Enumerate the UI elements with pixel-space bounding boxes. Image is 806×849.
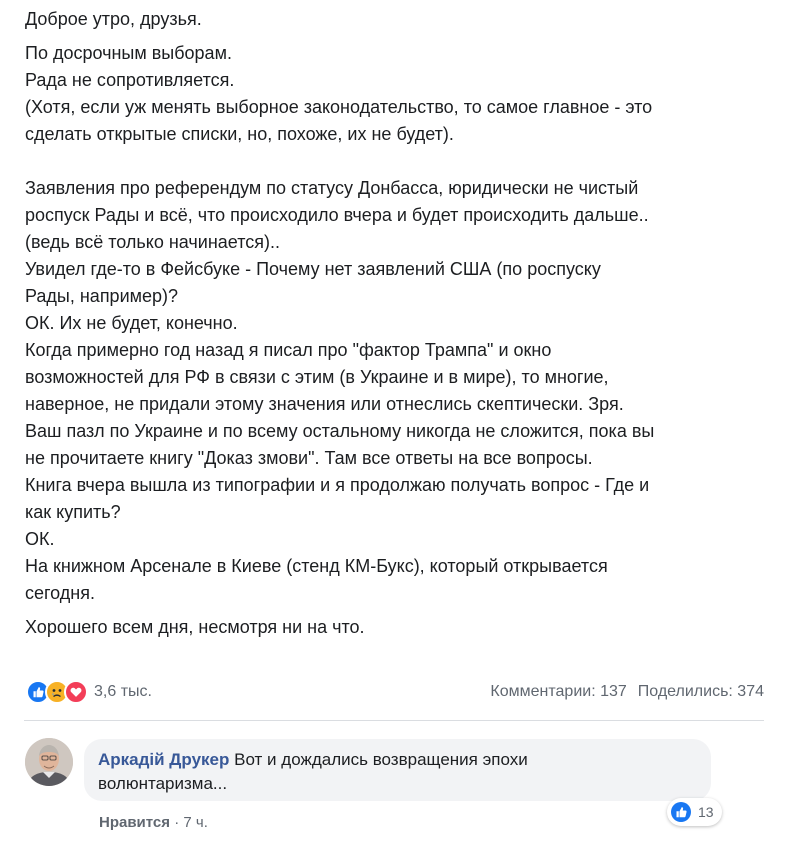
post-line: Рада не сопротивляется. [25, 70, 235, 90]
comment-author-link[interactable]: Аркадій Друкер [98, 750, 229, 769]
post-greeting: Доброе утро, друзья. [25, 6, 785, 33]
comment-text: волюнтаризма... [98, 774, 228, 793]
post-line: Когда примерно год назад я писал про "фа… [25, 340, 552, 360]
reactions-summary[interactable]: 3,6 тыс. [26, 680, 152, 704]
post-line: ОК. Их не будет, конечно. [25, 313, 238, 333]
reactions-count[interactable]: 3,6 тыс. [94, 683, 152, 701]
comment-reactions-badge[interactable]: 13 [667, 798, 722, 826]
post-line: Хорошего всем дня, несмотря ни на что. [25, 617, 365, 637]
post-paragraph-elections: По досрочным выборам. Рада не сопротивля… [25, 40, 785, 148]
post-line: (ведь всё только начинается).. [25, 232, 280, 252]
comment-timestamp[interactable]: 7 ч. [183, 814, 208, 831]
comment-likes-count: 13 [698, 804, 714, 820]
post-stats-bar: 3,6 тыс. Комментарии: 137 Поделились: 37… [26, 678, 764, 706]
shares-count-link[interactable]: Поделились: 374 [638, 683, 764, 701]
comments-count-link[interactable]: Комментарии: 137 [490, 683, 626, 701]
post-line: сегодня. [25, 583, 95, 603]
post-line: роспуск Рады и всё, что происходило вчер… [25, 205, 649, 225]
post-line: Ваш пазл по Украине и по всему остальном… [25, 421, 655, 441]
separator-dot: · [174, 814, 180, 831]
avatar[interactable] [25, 738, 73, 786]
post-line: как купить? [25, 502, 121, 522]
post-line: По досрочным выборам. [25, 43, 232, 63]
love-icon [64, 680, 88, 704]
post-line: не прочитаете книгу "Доказ змови". Там в… [25, 448, 593, 468]
comment-bubble: Аркадій Друкер Вот и дождались возвращен… [84, 739, 711, 801]
post-line: Рады, например)? [25, 286, 179, 306]
divider [24, 720, 764, 721]
comment-like-button[interactable]: Нравится [99, 814, 170, 831]
post-line: наверное, не придали этому значения или … [25, 394, 624, 414]
post-closing: Хорошего всем дня, несмотря ни на что. [25, 614, 785, 641]
post-line: возможностей для РФ в связи с этим (в Ук… [25, 367, 609, 387]
post-line: Доброе утро, друзья. [25, 9, 202, 29]
post-line: (Хотя, если уж менять выборное законодат… [25, 97, 653, 117]
avatar-photo [25, 738, 73, 786]
post-line: Увидел где-то в Фейсбуке - Почему нет за… [25, 259, 601, 279]
like-icon [671, 802, 691, 822]
post-counters: Комментарии: 137 Поделились: 374 [490, 683, 764, 701]
post-line: На книжном Арсенале в Киеве (стенд КМ-Бу… [25, 556, 608, 576]
post-body: Доброе утро, друзья. По досрочным выбора… [25, 6, 785, 641]
post-line: Заявления про референдум по статусу Донб… [25, 178, 639, 198]
post-line: сделать открытые списки, но, похоже, их … [25, 124, 454, 144]
comment-actions: Нравится · 7 ч. [99, 814, 208, 831]
post-paragraph-statements: Заявления про референдум по статусу Донб… [25, 175, 785, 607]
comment-text: Вот и дождались возвращения эпохи [234, 750, 528, 769]
post-line: ОК. [25, 529, 55, 549]
post-line: Книга вчера вышла из типографии и я прод… [25, 475, 650, 495]
